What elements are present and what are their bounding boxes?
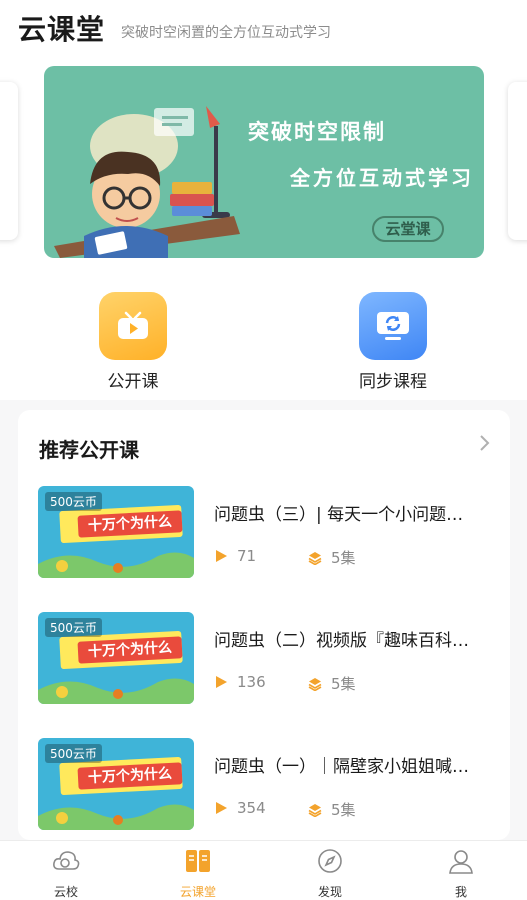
course-item-1[interactable]: 十万个为什么 500云币 问题虫（一）｜隔壁家小姐姐喊… 354 5集 (38, 738, 498, 830)
layers-icon (308, 677, 322, 691)
play-count: 354 (214, 799, 266, 817)
banner-next-slide[interactable] (508, 82, 527, 240)
episode-count: 5集 (308, 799, 356, 820)
play-count: 136 (214, 673, 266, 691)
play-icon (216, 802, 227, 814)
play-count-value: 354 (237, 799, 266, 817)
play-count-value: 71 (237, 547, 257, 565)
banner-prev-slide[interactable] (0, 82, 18, 240)
episode-count-value: 5集 (331, 675, 356, 693)
play-count: 71 (214, 547, 256, 565)
play-icon (216, 550, 227, 562)
banner-illustration (54, 106, 240, 258)
course-thumbnail: 十万个为什么 500云币 (38, 738, 194, 830)
tab-label: 发现 (317, 885, 342, 899)
thumb-hills (38, 678, 194, 704)
public-course-label: 公开课 (107, 372, 159, 392)
banner-logo: 云堂课 (372, 216, 444, 242)
recommend-card: 推荐公开课 十万个为什么 500云币 问题虫（三）| 每天一个小问题… 71 5… (18, 410, 510, 840)
sync-course-entry[interactable]: 同步课程 (333, 292, 453, 392)
price-badge: 500云币 (45, 618, 102, 637)
tab-label: 我 (454, 885, 467, 899)
sync-course-label: 同步课程 (359, 372, 427, 392)
tab-cloud-school[interactable]: 云校 (21, 847, 111, 900)
recommend-title: 推荐公开课 (39, 438, 139, 462)
episode-count: 5集 (308, 547, 356, 568)
cloud-school-icon (53, 851, 80, 870)
tab-discover[interactable]: 发现 (285, 847, 375, 900)
banner-headline: 突破时空限制 (248, 120, 386, 144)
price-badge: 500云币 (45, 744, 102, 763)
course-title: 问题虫（三）| 每天一个小问题… (214, 505, 464, 525)
course-item-2[interactable]: 十万个为什么 500云币 问题虫（二）视频版『趣味百科… 136 5集 (38, 612, 498, 704)
course-title: 问题虫（二）视频版『趣味百科… (214, 631, 469, 651)
compass-icon (318, 849, 342, 873)
thumb-hills (38, 552, 194, 578)
chevron-right-icon[interactable] (476, 432, 494, 454)
page-title: 云课堂 (18, 13, 106, 46)
tab-cloud-classroom[interactable]: 云课堂 (153, 847, 243, 900)
play-tv-icon (99, 292, 167, 360)
price-badge: 500云币 (45, 492, 102, 511)
page-subtitle: 突破时空闲置的全方位互动式学习 (121, 25, 331, 41)
public-course-entry[interactable]: 公开课 (73, 292, 193, 392)
episode-count: 5集 (308, 673, 356, 694)
episode-count-value: 5集 (331, 801, 356, 819)
header: 云课堂 突破时空闲置的全方位互动式学习 (0, 0, 527, 54)
play-count-value: 136 (237, 673, 266, 691)
play-icon (216, 676, 227, 688)
bottom-tab-bar: 云校 云课堂 发现 我 (0, 840, 527, 900)
tab-label: 云课堂 (179, 885, 216, 899)
sync-screen-icon (359, 292, 427, 360)
layers-icon (308, 551, 322, 565)
tab-label: 云校 (53, 885, 78, 899)
course-title: 问题虫（一）｜隔壁家小姐姐喊… (214, 757, 469, 777)
user-icon (449, 850, 473, 874)
course-thumbnail: 十万个为什么 500云币 (38, 486, 194, 578)
thumb-hills (38, 804, 194, 830)
book-icon (186, 850, 210, 872)
episode-count-value: 5集 (331, 549, 356, 567)
course-item-3[interactable]: 十万个为什么 500云币 问题虫（三）| 每天一个小问题… 71 5集 (38, 486, 498, 578)
banner-subheadline: 全方位互动式学习 (290, 166, 474, 190)
banner-carousel[interactable]: 突破时空限制 全方位互动式学习 云堂课 (44, 66, 484, 258)
course-thumbnail: 十万个为什么 500云币 (38, 612, 194, 704)
layers-icon (308, 803, 322, 817)
tab-me[interactable]: 我 (416, 847, 506, 900)
